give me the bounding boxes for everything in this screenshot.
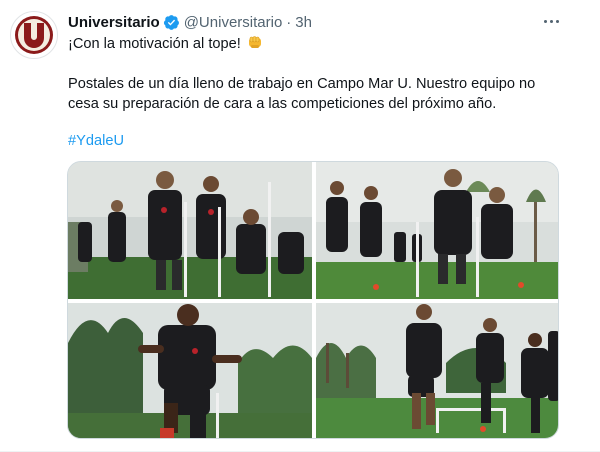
tweet-card[interactable]: Universitario @Universitario · 3h ¡Con l…: [0, 0, 600, 452]
hashtag-link[interactable]: #YdaleU: [68, 131, 124, 151]
fist-emoji-icon: [248, 36, 261, 48]
training-photo-2[interactable]: [316, 162, 558, 299]
tweet-text-line-3: cesa su preparación de cara a las compet…: [68, 96, 497, 112]
tweet-text-line-2: Postales de un día lleno de trabajo en C…: [68, 76, 536, 92]
tweet-text-intro: ¡Con la motivación al tope!: [68, 36, 241, 52]
training-photo-3[interactable]: [68, 303, 312, 438]
tweet-header: Universitario @Universitario · 3h: [68, 12, 312, 32]
training-photo-1[interactable]: [68, 162, 312, 299]
author-name[interactable]: Universitario: [68, 14, 160, 31]
separator-dot: ·: [286, 13, 292, 31]
universitario-logo-icon: [12, 13, 56, 57]
verified-badge-icon: [163, 14, 179, 30]
author-handle[interactable]: @Universitario: [184, 14, 283, 31]
media-grid: [67, 161, 559, 439]
tweet-text-line-1: ¡Con la motivación al tope!: [68, 34, 263, 54]
author-avatar[interactable]: [10, 11, 58, 59]
training-photo-4[interactable]: [316, 303, 558, 438]
more-options-icon[interactable]: [540, 12, 562, 30]
tweet-timestamp[interactable]: 3h: [295, 14, 312, 31]
